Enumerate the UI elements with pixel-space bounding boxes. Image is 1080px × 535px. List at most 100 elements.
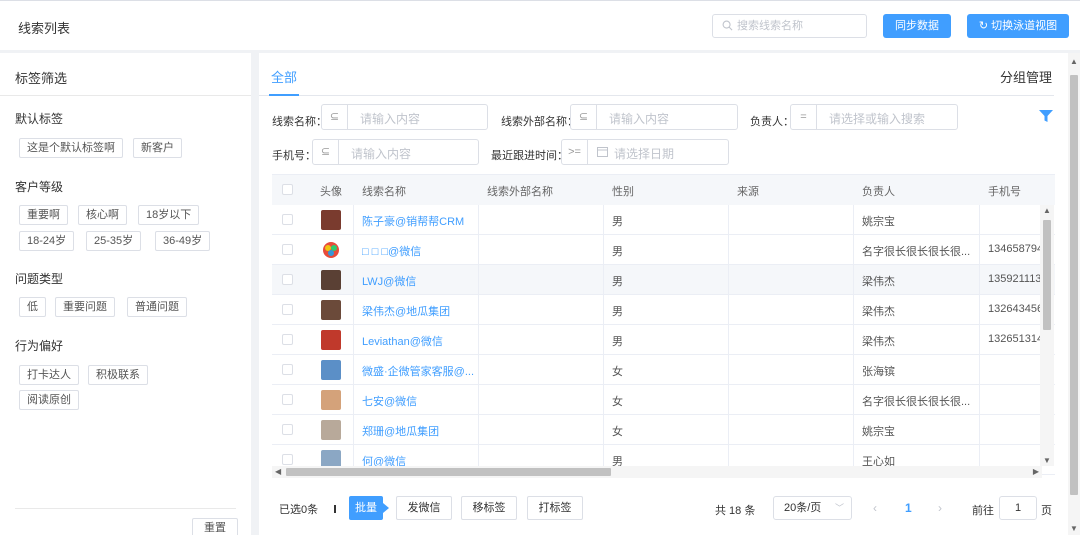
scroll-up-arrow-icon[interactable]: ▲ — [1070, 57, 1078, 66]
gender-cell: 男 — [612, 216, 623, 228]
table-vertical-scrollbar[interactable]: ▲ ▼ — [1040, 205, 1054, 466]
search-input[interactable] — [737, 18, 861, 34]
tag-chip[interactable]: 25-35岁 — [86, 231, 142, 251]
current-page-number[interactable]: 1 — [905, 501, 912, 515]
batch-button[interactable]: 批量 — [349, 496, 383, 520]
scrollbar-thumb[interactable] — [1043, 220, 1051, 330]
table-row[interactable]: 陈子豪@销帮帮CRM 男 姚宗宝 — [272, 205, 1055, 235]
operator-equals[interactable]: = — [791, 105, 817, 129]
scroll-down-arrow-icon[interactable]: ▼ — [1070, 524, 1078, 533]
lead-name-filter-input[interactable]: 请输入内容 — [360, 110, 420, 127]
tag-chip[interactable]: 核心啊 — [78, 205, 127, 225]
row-checkbox[interactable] — [282, 364, 293, 375]
scroll-down-arrow-icon[interactable]: ▼ — [1043, 456, 1051, 465]
column-header: 线索外部名称 — [487, 186, 553, 198]
scrollbar-thumb[interactable] — [286, 468, 611, 476]
remove-tag-button[interactable]: 移标签 — [461, 496, 517, 520]
tag-chip[interactable]: 打卡达人 — [19, 365, 79, 385]
operator-gte[interactable]: >= — [562, 140, 588, 164]
goto-page-input[interactable]: 1 — [999, 496, 1037, 520]
owner-filter-input[interactable]: 请选择或输入搜索 — [829, 110, 925, 127]
table-row[interactable]: Leviathan@微信 男 梁伟杰 132651314 — [272, 325, 1055, 355]
avatar — [321, 360, 341, 380]
lead-name-link[interactable]: 梁伟杰@地瓜集团 — [362, 303, 450, 319]
tag-chip[interactable]: 阅读原创 — [19, 390, 79, 410]
gender-cell: 女 — [612, 366, 623, 378]
table-row[interactable]: 梁伟杰@地瓜集团 男 梁伟杰 132643456 — [272, 295, 1055, 325]
lead-name-link[interactable]: Leviathan@微信 — [362, 333, 443, 349]
avatar — [321, 210, 341, 230]
phone-filter-input[interactable]: 请输入内容 — [351, 145, 411, 162]
lead-name-filter[interactable]: ⊆ 请输入内容 — [321, 104, 488, 130]
tag-chip[interactable]: 36-49岁 — [155, 231, 211, 251]
table-row[interactable]: 七安@微信 女 名字很长很长很长很... — [272, 385, 1055, 415]
lead-name-link[interactable]: □ □ □@微信 — [362, 243, 421, 259]
tag-chip[interactable]: 普通问题 — [127, 297, 187, 317]
tab-all[interactable]: 全部 — [271, 67, 297, 86]
external-name-filter-input[interactable]: 请输入内容 — [609, 110, 669, 127]
divider — [334, 505, 336, 513]
phone-cell: 132651314 — [988, 333, 1044, 345]
phone-filter[interactable]: ⊆ 请输入内容 — [312, 139, 479, 165]
switch-swimlane-view-button[interactable]: ↻ 切换泳道视图 — [967, 14, 1069, 38]
add-tag-button[interactable]: 打标签 — [527, 496, 583, 520]
tag-chip[interactable]: 18岁以下 — [138, 205, 200, 225]
send-wechat-button[interactable]: 发微信 — [396, 496, 452, 520]
reset-button[interactable]: 重置 — [192, 518, 238, 535]
row-checkbox[interactable] — [282, 304, 293, 315]
phone-cell: 135921113 — [988, 273, 1042, 285]
cell-divider — [979, 235, 980, 265]
cell-divider — [353, 265, 354, 295]
page-size-select[interactable]: 20条/页 ﹀ — [773, 496, 852, 520]
next-page-icon[interactable]: › — [938, 501, 942, 515]
table-row[interactable]: LWJ@微信 男 梁伟杰 135921113 — [272, 265, 1055, 295]
operator-contains[interactable]: ⊆ — [313, 140, 339, 164]
scroll-left-arrow-icon[interactable]: ◀ — [275, 467, 281, 476]
row-checkbox[interactable] — [282, 274, 293, 285]
cell-divider — [353, 355, 354, 385]
search-box[interactable] — [712, 14, 867, 38]
table-row[interactable]: 郑珊@地瓜集团 女 姚宗宝 — [272, 415, 1055, 445]
row-checkbox[interactable] — [282, 424, 293, 435]
scrollbar-thumb[interactable] — [1070, 75, 1078, 495]
row-checkbox[interactable] — [282, 214, 293, 225]
select-all-checkbox[interactable] — [282, 184, 293, 195]
lead-name-link[interactable]: 微盛·企微管家客服@... — [362, 363, 474, 379]
table-row[interactable]: 微盛·企微管家客服@... 女 张海镔 — [272, 355, 1055, 385]
column-header: 手机号 — [988, 186, 1021, 198]
tag-chip[interactable]: 18-24岁 — [19, 231, 75, 251]
tag-chip[interactable]: 新客户 — [133, 138, 182, 158]
external-name-filter[interactable]: ⊆ 请输入内容 — [570, 104, 738, 130]
cell-divider — [728, 265, 729, 295]
operator-contains[interactable]: ⊆ — [322, 105, 348, 129]
tag-chip[interactable]: 积极联系 — [88, 365, 148, 385]
tag-chip[interactable]: 重要问题 — [55, 297, 115, 317]
scroll-right-arrow-icon[interactable]: ▶ — [1033, 467, 1039, 476]
operator-contains[interactable]: ⊆ — [571, 105, 597, 129]
page-vertical-scrollbar[interactable]: ▲ ▼ — [1068, 53, 1080, 535]
row-checkbox[interactable] — [282, 394, 293, 405]
filter-icon[interactable] — [1038, 109, 1054, 123]
goto-label: 前往 — [972, 505, 994, 517]
scroll-up-arrow-icon[interactable]: ▲ — [1043, 206, 1051, 215]
lead-name-link[interactable]: 陈子豪@销帮帮CRM — [362, 213, 464, 229]
sync-data-button[interactable]: 同步数据 — [883, 14, 951, 38]
cell-divider — [979, 385, 980, 415]
group-manage-link[interactable]: 分组管理 — [1000, 67, 1052, 86]
row-checkbox[interactable] — [282, 454, 293, 465]
tag-chip[interactable]: 这是个默认标签啊 — [19, 138, 123, 158]
last-follow-filter[interactable]: >= 请选择日期 — [561, 139, 729, 165]
last-follow-date-input[interactable]: 请选择日期 — [614, 145, 674, 162]
row-checkbox[interactable] — [282, 334, 293, 345]
tag-chip[interactable]: 重要啊 — [19, 205, 68, 225]
lead-name-link[interactable]: 郑珊@地瓜集团 — [362, 423, 439, 439]
lead-name-link[interactable]: 七安@微信 — [362, 393, 417, 409]
tag-group-title: 客户等级 — [15, 180, 64, 194]
owner-filter[interactable]: = 请选择或输入搜索 — [790, 104, 958, 130]
table-row[interactable]: □ □ □@微信 男 名字很长很长很长很... 134658794 — [272, 235, 1055, 265]
tag-chip[interactable]: 低 — [19, 297, 46, 317]
lead-name-link[interactable]: LWJ@微信 — [362, 273, 416, 289]
table-horizontal-scrollbar[interactable]: ◀ ▶ — [272, 466, 1042, 478]
prev-page-icon[interactable]: ‹ — [873, 501, 877, 515]
row-checkbox[interactable] — [282, 244, 293, 255]
